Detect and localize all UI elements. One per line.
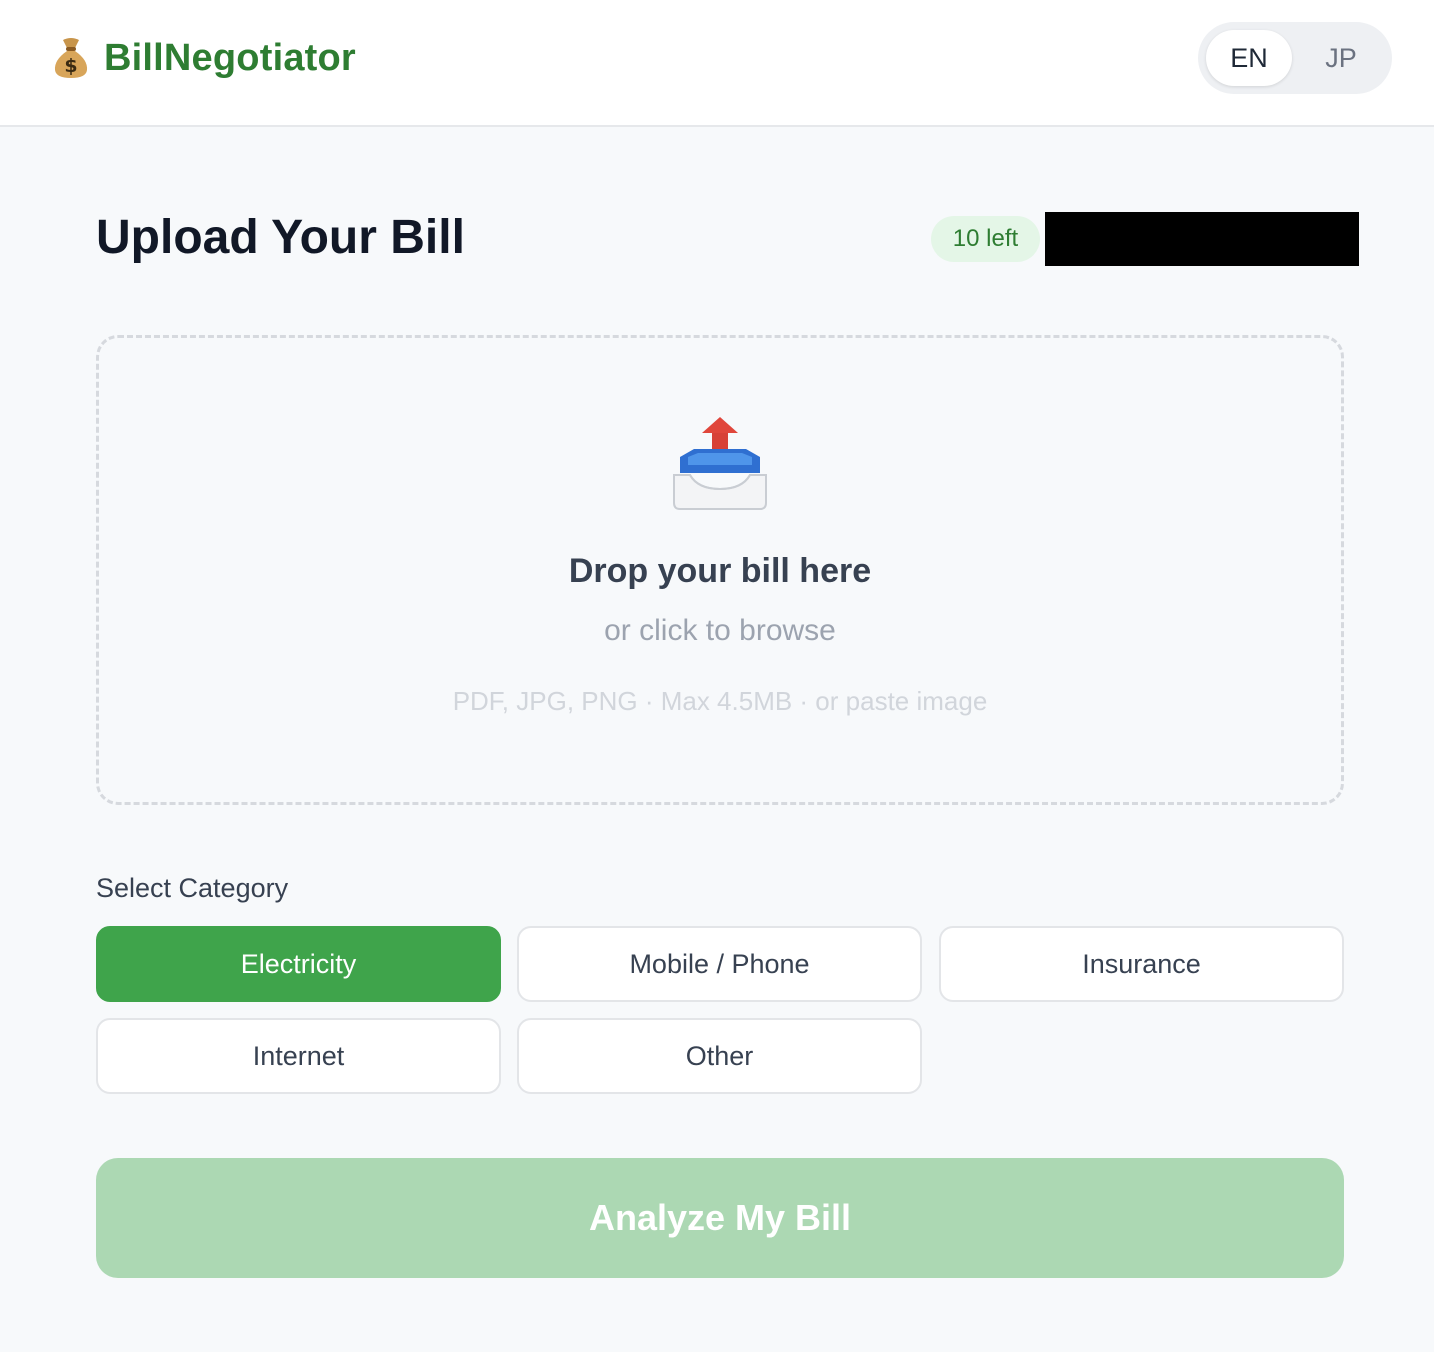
category-insurance-button[interactable]: Insurance <box>939 926 1344 1002</box>
language-toggle: EN JP <box>1198 22 1392 94</box>
language-en-button[interactable]: EN <box>1206 30 1292 86</box>
svg-text:$: $ <box>64 55 77 77</box>
redacted-block <box>1045 212 1359 266</box>
remaining-uploads-badge: 10 left <box>931 216 1040 262</box>
top-navigation-bar: $ BillNegotiator EN JP <box>0 0 1434 127</box>
category-label: Select Category <box>96 873 289 903</box>
brand-logo[interactable]: $ BillNegotiator <box>52 34 356 82</box>
category-internet-button[interactable]: Internet <box>96 1018 501 1094</box>
money-bag-icon: $ <box>54 38 88 78</box>
analyze-bill-button[interactable]: Analyze My Bill <box>96 1158 1344 1278</box>
dropzone-title: Drop your bill here <box>568 552 872 590</box>
language-jp-button[interactable]: JP <box>1298 30 1384 86</box>
dropzone-subtitle: or click to browse <box>604 614 836 647</box>
category-mobile-phone-button[interactable]: Mobile / Phone <box>517 926 922 1002</box>
category-other-button[interactable]: Other <box>517 1018 922 1094</box>
page-title: Upload Your Bill <box>96 211 465 264</box>
brand-name: BillNegotiator <box>104 36 356 79</box>
inbox-upload-icon <box>673 417 767 510</box>
category-electricity-button[interactable]: Electricity <box>96 926 501 1002</box>
dropzone-hint: PDF, JPG, PNG · Max 4.5MB · or paste ima… <box>452 686 988 716</box>
